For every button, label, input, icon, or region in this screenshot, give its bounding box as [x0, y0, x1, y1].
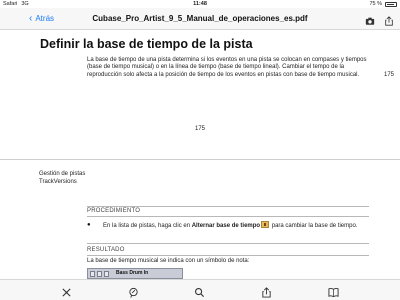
track-name: Bass Drum In [116, 270, 149, 276]
page-number: 175 [194, 126, 205, 132]
status-time: 11:48 [193, 1, 207, 7]
procedure-step: En la lista de pistas, haga clic en Alte… [103, 221, 369, 231]
procedure-label: PROCEDIMIENTO [87, 208, 141, 214]
camera-icon[interactable] [365, 13, 375, 31]
bookmark-icon[interactable] [328, 285, 339, 298]
bullet-icon: ● [87, 222, 91, 228]
page-heading: Definir la base de tiempo de la pista [40, 37, 253, 51]
tools-icon[interactable] [61, 285, 72, 297]
battery-percent: 75 % [369, 1, 382, 7]
annotate-icon[interactable] [128, 285, 139, 298]
search-icon[interactable] [194, 285, 205, 298]
nav-bar: ‹ Atrás Cubase_Pro_Artist_9_5_Manual_de_… [0, 8, 400, 30]
running-head: Gestión de pistas TrackVersions [39, 171, 85, 186]
step-command-name: Alternar base de tiempo [191, 223, 261, 229]
intro-paragraph: La base de tiempo de una pista determina… [87, 57, 367, 78]
share-icon[interactable] [261, 285, 272, 298]
track-header-image: Bass Drum In [87, 268, 183, 279]
status-bar: Safari 3G 11:48 75 % [0, 0, 400, 8]
timebase-toggle-icon [261, 221, 270, 228]
margin-page-number: 175 [384, 72, 395, 78]
record-icon [104, 271, 109, 277]
section-rule [87, 206, 369, 207]
bottom-toolbar [0, 279, 400, 300]
step-text-before: En la lista de pistas, haga clic en [103, 223, 192, 229]
page-break-divider [0, 159, 400, 160]
running-head-section: TrackVersions [39, 178, 77, 185]
pdf-page[interactable]: Definir la base de tiempo de la pista La… [0, 31, 400, 279]
share-icon[interactable] [384, 13, 394, 31]
result-text: La base de tiempo musical se indica con … [87, 258, 250, 264]
mute-icon [90, 271, 95, 277]
solo-icon [97, 271, 102, 277]
result-label: RESULTADO [87, 247, 125, 253]
battery-icon [385, 1, 397, 7]
section-rule [87, 243, 369, 244]
section-rule [87, 216, 369, 217]
section-rule [87, 255, 369, 256]
document-title: Cubase_Pro_Artist_9_5_Manual_de_operacio… [92, 14, 308, 23]
running-head-chapter: Gestión de pistas [39, 171, 86, 177]
step-text-after: para cambiar la base de tiempo. [270, 223, 358, 229]
